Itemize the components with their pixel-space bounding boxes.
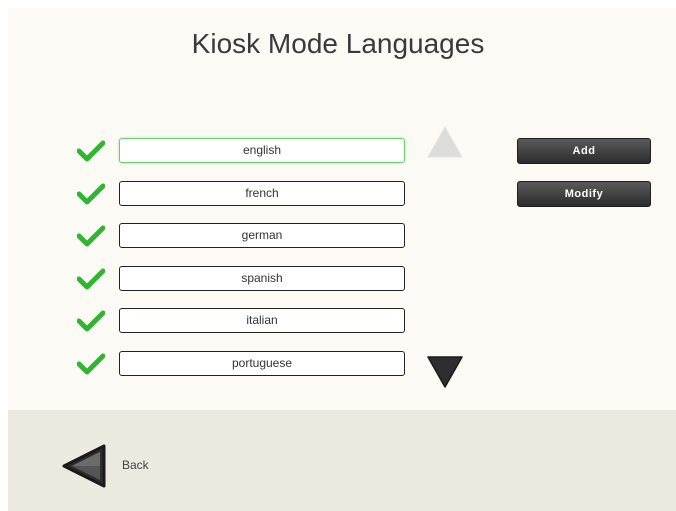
- check-icon: [77, 225, 105, 247]
- page-title: Kiosk Mode Languages: [191, 28, 485, 59]
- triangle-up-icon: [427, 125, 463, 158]
- check-icon: [77, 353, 105, 375]
- check-icon: [77, 310, 105, 332]
- language-item-german[interactable]: german: [119, 223, 405, 248]
- triangle-left-icon: [62, 444, 106, 488]
- triangle-down-icon: [427, 356, 463, 388]
- check-icon: [77, 268, 105, 290]
- modify-button[interactable]: Modify: [517, 181, 651, 207]
- scroll-down-button[interactable]: [425, 354, 465, 390]
- language-item-spanish[interactable]: spanish: [119, 266, 405, 291]
- add-button[interactable]: Add: [517, 138, 651, 164]
- language-item-portuguese[interactable]: portuguese: [119, 351, 405, 376]
- back-label[interactable]: Back: [122, 458, 149, 472]
- language-item-italian[interactable]: italian: [119, 308, 405, 333]
- scroll-up-button[interactable]: [425, 124, 465, 160]
- language-item-english[interactable]: english: [119, 138, 405, 163]
- check-icon: [77, 183, 105, 205]
- back-button[interactable]: [60, 443, 110, 489]
- language-item-french[interactable]: french: [119, 181, 405, 206]
- check-icon: [77, 140, 105, 162]
